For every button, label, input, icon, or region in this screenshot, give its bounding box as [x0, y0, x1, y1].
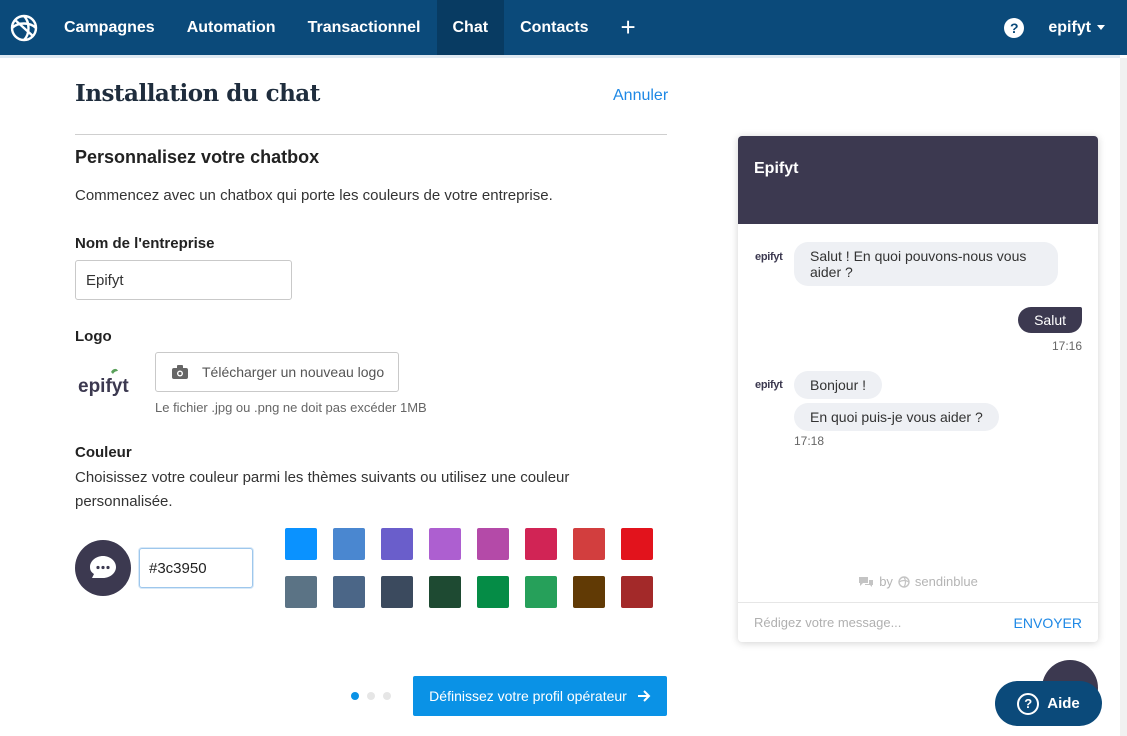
color-hex-input[interactable] — [139, 548, 253, 588]
powered-by-brand: sendinblue — [914, 574, 978, 589]
caret-down-icon — [1097, 25, 1105, 30]
chatbox-header: Epifyt — [738, 136, 1098, 224]
header-divider — [75, 134, 667, 135]
color-label: Couleur — [75, 444, 132, 461]
logo-label: Logo — [75, 328, 112, 345]
add-icon[interactable]: + — [605, 0, 652, 55]
powered-by-text: by — [879, 574, 893, 589]
color-swatch[interactable] — [333, 576, 365, 608]
svg-text:epifyt: epifyt — [78, 376, 129, 397]
incoming-message: En quoi puis-je vous aider ? — [794, 403, 999, 431]
upload-logo-button[interactable]: Télécharger un nouveau logo — [155, 352, 399, 392]
send-button[interactable]: ENVOYER — [1014, 615, 1082, 631]
chat-icon — [859, 576, 874, 587]
sendinblue-logo-icon[interactable] — [0, 0, 48, 55]
step-pager — [351, 692, 391, 700]
nav-transactionnel[interactable]: Transactionnel — [292, 0, 437, 55]
page-scrollbar[interactable] — [1120, 58, 1127, 736]
color-swatch[interactable] — [285, 528, 317, 560]
company-logo-preview: epifyt — [77, 368, 139, 402]
user-menu[interactable]: epifyt — [1048, 19, 1105, 37]
next-step-button[interactable]: Définissez votre profil opérateur — [413, 676, 667, 716]
color-description: Choisissez votre couleur parmi les thème… — [75, 469, 570, 510]
help-button-label: Aide — [1047, 695, 1080, 712]
upload-logo-label: Télécharger un nouveau logo — [202, 364, 385, 380]
operator-logo: epifyt — [755, 251, 783, 263]
color-swatch[interactable] — [477, 528, 509, 560]
color-swatch[interactable] — [429, 576, 461, 608]
nav-campagnes[interactable]: Campagnes — [48, 0, 171, 55]
camera-icon — [172, 365, 188, 379]
color-swatch[interactable] — [621, 528, 653, 560]
user-name: epifyt — [1048, 18, 1091, 36]
company-name-input[interactable] — [75, 260, 292, 300]
message-input[interactable]: Rédigez votre message... — [754, 615, 1014, 630]
cancel-link[interactable]: Annuler — [613, 87, 668, 105]
pager-dot[interactable] — [351, 692, 359, 700]
color-swatch[interactable] — [381, 576, 413, 608]
color-swatch[interactable] — [477, 576, 509, 608]
color-swatch[interactable] — [333, 528, 365, 560]
nav-divider — [0, 55, 1120, 58]
help-button[interactable]: ? Aide — [995, 681, 1102, 726]
incoming-message: Bonjour ! — [794, 371, 883, 399]
next-step-label: Définissez votre profil opérateur — [429, 688, 627, 704]
top-navigation: Campagnes Automation Transactionnel Chat… — [0, 0, 1127, 55]
pager-dot[interactable] — [367, 692, 375, 700]
message-time: 17:18 — [794, 434, 825, 448]
chatbox-preview: Epifyt epifyt Salut ! En quoi pouvons-no… — [738, 136, 1098, 642]
color-swatch[interactable] — [285, 576, 317, 608]
pager-dot[interactable] — [383, 692, 391, 700]
question-icon: ? — [1017, 692, 1040, 715]
incoming-message: Salut ! En quoi pouvons-nous vous aider … — [794, 242, 1058, 286]
nav-automation[interactable]: Automation — [171, 0, 292, 55]
color-swatch[interactable] — [381, 528, 413, 560]
section-title: Personnalisez votre chatbox — [75, 147, 320, 167]
color-preview-chat-icon — [75, 540, 131, 596]
sendinblue-mini-icon — [898, 575, 910, 588]
outgoing-message: Salut — [1018, 307, 1082, 333]
chat-composer: Rédigez votre message... ENVOYER — [738, 602, 1098, 642]
powered-by: by sendinblue — [738, 574, 1098, 589]
section-description: Commencez avec un chatbox qui porte les … — [75, 187, 553, 204]
help-icon[interactable]: ? — [1004, 17, 1025, 38]
color-swatch[interactable] — [573, 528, 605, 560]
arrow-right-icon — [637, 690, 651, 702]
upload-hint: Le fichier .jpg ou .png ne doit pas excé… — [155, 400, 427, 415]
nav-chat[interactable]: Chat — [436, 0, 505, 55]
color-swatch[interactable] — [621, 576, 653, 608]
color-swatch[interactable] — [525, 528, 557, 560]
company-name-label: Nom de l'entreprise — [75, 235, 215, 252]
chatbox-title: Epifyt — [754, 160, 799, 177]
color-swatch[interactable] — [525, 576, 557, 608]
color-swatch[interactable] — [429, 528, 461, 560]
operator-logo: epifyt — [755, 379, 783, 391]
page-title: Installation du chat — [75, 80, 320, 107]
message-time: 17:16 — [1051, 339, 1082, 353]
nav-contacts[interactable]: Contacts — [504, 0, 604, 55]
color-swatches — [285, 528, 653, 608]
color-swatch[interactable] — [573, 576, 605, 608]
